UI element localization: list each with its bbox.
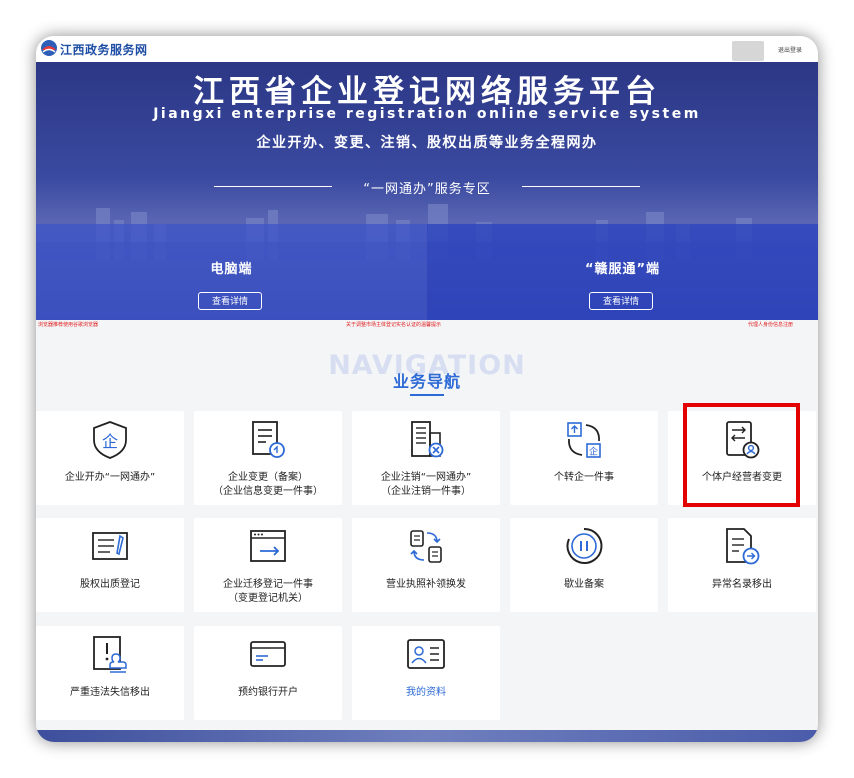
- nav-card-enterprise-migration[interactable]: 企业迁移登记一件事 （变更登记机关）: [194, 518, 342, 612]
- zone-title: “一网通办”服务专区: [363, 182, 491, 197]
- nav-card-label: 个转企一件事: [554, 472, 614, 483]
- app-window: 江西政务服务网 退出登录 江西省企业登记网络服务平台 Jiangxi enter…: [36, 36, 818, 742]
- nav-card-label: 股权出质登记: [80, 579, 140, 590]
- highlight-box: [683, 403, 800, 507]
- navigation-underline: [410, 394, 444, 396]
- notice-agent[interactable]: 代理人身份信息注册: [748, 321, 793, 328]
- bank-card-icon: [250, 641, 286, 667]
- transfer-enterprise-icon: 企: [567, 422, 601, 458]
- site-name[interactable]: 江西政务服务网: [60, 41, 148, 58]
- notice-browser[interactable]: 浏览器推荐使用谷歌浏览器: [38, 321, 98, 328]
- nav-card-serious-violation-removal[interactable]: 严重违法失信移出: [36, 626, 184, 720]
- nav-card-enterprise-cancel[interactable]: 企业注销“一网通办” （企业注销一件事）: [352, 411, 500, 505]
- panel-desktop-title: 电脑端: [210, 262, 253, 277]
- site-logo-icon: [41, 40, 57, 56]
- nav-card-label: 企业注销“一网通办” （企业注销一件事）: [380, 472, 472, 497]
- banner-subtitle-cn: 企业开办、变更、注销、股权出质等业务全程网办: [256, 135, 598, 151]
- nav-card-abnormal-list-removal[interactable]: 异常名录移出: [668, 518, 816, 612]
- nav-card-enterprise-open[interactable]: 企 企业开办“一网通办”: [36, 411, 184, 505]
- hero-banner: 江西省企业登记网络服务平台 Jiangxi enterprise registr…: [36, 62, 818, 320]
- building-cancel-icon: [411, 421, 444, 458]
- banner-title: 江西省企业登记网络服务平台: [193, 74, 661, 110]
- browser-migrate-icon: [250, 530, 286, 562]
- footer-strip: [36, 730, 818, 742]
- nav-card-business-suspension[interactable]: 歇业备案: [510, 518, 658, 612]
- shield-enterprise-icon: 企: [93, 421, 127, 459]
- nav-card-label: 企业变更（备案） （企业信息变更一件事）: [213, 472, 323, 497]
- top-bar: 江西政务服务网 退出登录: [36, 36, 818, 63]
- panel-ganfutong[interactable]: “赣服通”端 查看详情: [427, 224, 818, 320]
- user-avatar[interactable]: [732, 41, 764, 61]
- nav-card-label: 企业迁移登记一件事 （变更登记机关）: [223, 579, 313, 604]
- nav-card-label: 严重违法失信移出: [70, 687, 150, 698]
- nav-card-equity-pledge[interactable]: 股权出质登记: [36, 518, 184, 612]
- license-exchange-icon: [410, 530, 442, 563]
- nav-card-label: 预约银行开户: [238, 687, 298, 698]
- document-refresh-icon: [252, 421, 285, 458]
- panel-desktop-details-button[interactable]: 查看详情: [198, 292, 262, 310]
- panel-ganfutong-title: “赣服通”端: [584, 262, 661, 277]
- navigation-title: 业务导航: [392, 372, 461, 391]
- nav-card-license-reissue[interactable]: 营业执照补领换发: [352, 518, 500, 612]
- document-export-icon: [726, 528, 760, 565]
- warning-stamp-icon: [93, 636, 127, 673]
- nav-card-bank-account-appointment[interactable]: 预约银行开户: [194, 626, 342, 720]
- pledge-document-icon: [92, 532, 128, 560]
- banner-subtitle-en: Jiangxi enterprise registration online s…: [153, 106, 701, 122]
- nav-card-individual-to-enterprise[interactable]: 企 个转企一件事: [510, 411, 658, 505]
- panel-ganfutong-details-button[interactable]: 查看详情: [589, 292, 653, 310]
- nav-card-label: 歇业备案: [564, 579, 604, 590]
- pause-icon: [566, 527, 603, 564]
- svg-text:企: 企: [589, 446, 598, 458]
- nav-card-label: 异常名录移出: [712, 579, 772, 590]
- nav-card-my-profile[interactable]: 我的资料: [352, 626, 500, 720]
- panel-desktop[interactable]: 电脑端 查看详情: [36, 224, 427, 320]
- svg-text:企: 企: [102, 432, 118, 451]
- profile-card-icon: [407, 639, 445, 669]
- notice-realname[interactable]: 关于调整市场主体登记实名认证的温馨提示: [346, 321, 441, 328]
- logout-link[interactable]: 退出登录: [778, 45, 802, 54]
- nav-card-label: 我的资料: [406, 687, 446, 698]
- nav-card-enterprise-change[interactable]: 企业变更（备案） （企业信息变更一件事）: [194, 411, 342, 505]
- nav-card-label: 企业开办“一网通办”: [64, 472, 156, 483]
- nav-card-label: 营业执照补领换发: [386, 579, 466, 590]
